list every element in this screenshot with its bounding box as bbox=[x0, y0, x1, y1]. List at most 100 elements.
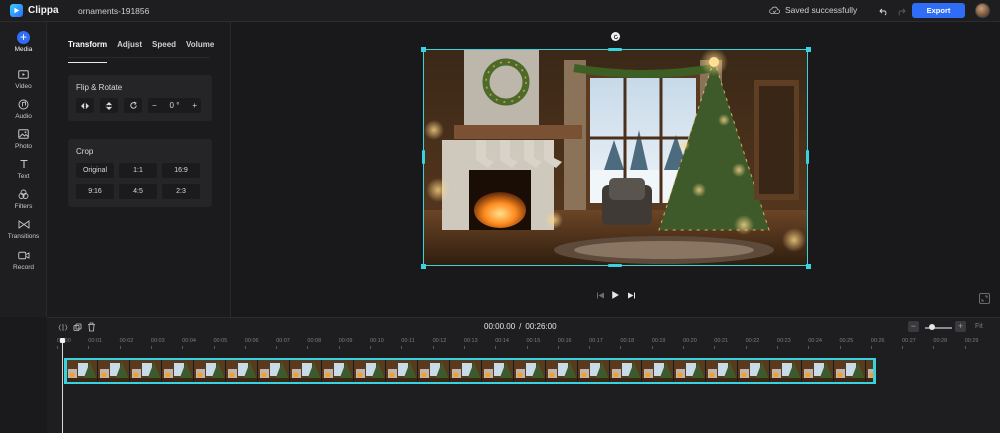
fit-button[interactable]: Fit bbox=[975, 323, 983, 330]
crop-2-3-button[interactable]: 2:3 bbox=[162, 184, 200, 199]
ruler-tick-label: 00:20 bbox=[683, 338, 697, 349]
ruler-tick-label: 00:29 bbox=[964, 338, 979, 349]
ruler-tick-label: 00:03 bbox=[150, 338, 165, 349]
crop-9-16-button[interactable]: 9:16 bbox=[76, 184, 114, 199]
christmas-room-image bbox=[424, 50, 807, 265]
clip-trim-left-handle[interactable] bbox=[64, 358, 67, 384]
ruler-tick-label: 00:28 bbox=[933, 338, 948, 349]
play-icon bbox=[612, 291, 619, 299]
ruler-tick-label: 00:16 bbox=[557, 338, 572, 349]
skip-back-button[interactable] bbox=[594, 289, 606, 301]
resize-handle-top[interactable] bbox=[608, 48, 622, 51]
ruler-tick-label: 00:04 bbox=[182, 338, 196, 349]
rotate-icon bbox=[129, 101, 137, 109]
rotation-increase-button[interactable]: + bbox=[192, 101, 197, 110]
ruler-tick-label: 00:11 bbox=[401, 338, 415, 349]
sidebar-item-photo[interactable]: Photo bbox=[0, 127, 47, 150]
time-separator: / bbox=[519, 322, 522, 331]
flip-horizontal-button[interactable] bbox=[76, 98, 94, 113]
resize-handle-top-left[interactable] bbox=[421, 47, 426, 52]
fullscreen-button[interactable] bbox=[979, 293, 990, 304]
total-time: 00:26:00 bbox=[525, 322, 557, 331]
rotate-button[interactable] bbox=[124, 98, 142, 113]
flip-vertical-button[interactable] bbox=[100, 98, 118, 113]
ruler-tick-label: 00:26 bbox=[870, 338, 885, 349]
redo-button[interactable] bbox=[895, 5, 907, 17]
clip-trim-right-handle[interactable] bbox=[873, 358, 876, 384]
ruler-tick-label: 00:08 bbox=[307, 338, 322, 349]
ruler-tick-label: 00:12 bbox=[432, 338, 447, 349]
duplicate-button[interactable] bbox=[71, 321, 83, 333]
app-logo[interactable]: Clippa bbox=[10, 4, 72, 17]
sidebar-item-filters[interactable]: Filters bbox=[0, 187, 47, 210]
sidebar-item-label: Filters bbox=[14, 203, 33, 210]
resize-handle-top-right[interactable] bbox=[806, 47, 811, 52]
ruler-tick-label: 00:02 bbox=[119, 338, 134, 349]
sidebar-item-transitions[interactable]: Transitions bbox=[0, 217, 47, 240]
ruler-tick-label: 00:10 bbox=[370, 338, 384, 349]
ruler-tick-label: 00:21 bbox=[714, 338, 729, 349]
resize-handle-right[interactable] bbox=[806, 150, 809, 164]
flip-rotate-card: Flip & Rotate − 0 ° + bbox=[68, 75, 212, 121]
play-button[interactable] bbox=[609, 289, 621, 301]
delete-button[interactable] bbox=[85, 321, 97, 333]
audio-icon bbox=[17, 97, 31, 111]
tab-adjust[interactable]: Adjust bbox=[117, 40, 142, 56]
crop-1-1-button[interactable]: 1:1 bbox=[119, 163, 157, 178]
crop-4-5-button[interactable]: 4:5 bbox=[119, 184, 157, 199]
resize-handle-bottom-right[interactable] bbox=[806, 264, 811, 269]
ruler-tick-label: 00:06 bbox=[244, 338, 259, 349]
export-button[interactable]: Export bbox=[912, 3, 965, 18]
ruler-tick-label: 00:15 bbox=[526, 338, 541, 349]
filters-icon bbox=[17, 187, 31, 201]
resize-handle-bottom-left[interactable] bbox=[421, 264, 426, 269]
user-avatar[interactable] bbox=[975, 3, 990, 18]
crop-16-9-button[interactable]: 16:9 bbox=[162, 163, 200, 178]
ruler-tick-label: 00:09 bbox=[338, 338, 353, 349]
rotation-decrease-button[interactable]: − bbox=[152, 101, 157, 110]
playhead-handle[interactable] bbox=[60, 338, 65, 343]
sidebar-item-label: Video bbox=[15, 83, 32, 90]
ruler-tick-label: 00:22 bbox=[745, 338, 760, 349]
zoom-out-button[interactable]: − bbox=[908, 321, 919, 332]
sidebar-item-label: Record bbox=[13, 264, 34, 271]
cloud-check-icon bbox=[769, 6, 780, 14]
zoom-in-button[interactable]: + bbox=[955, 321, 966, 332]
ruler-tick-label: 00:25 bbox=[839, 338, 854, 349]
ruler-tick-label: 00:13 bbox=[463, 338, 478, 349]
rotation-stepper[interactable]: − 0 ° + bbox=[148, 98, 201, 113]
undo-button[interactable] bbox=[878, 5, 890, 17]
crop-original-button[interactable]: Original bbox=[76, 163, 114, 178]
resize-handle-left[interactable] bbox=[422, 150, 425, 164]
time-ruler[interactable]: 00:0000:0100:0200:0300:0400:0500:0600:07… bbox=[47, 338, 1000, 352]
tab-speed[interactable]: Speed bbox=[152, 40, 176, 56]
sidebar-item-video[interactable]: Video bbox=[0, 67, 47, 90]
sidebar-item-media[interactable]: + Media bbox=[0, 31, 47, 54]
zoom-slider-thumb[interactable] bbox=[929, 324, 935, 330]
sidebar-item-label: Media bbox=[14, 46, 33, 53]
current-time: 00:00.00 bbox=[484, 322, 516, 331]
ruler-tick-label: 00:05 bbox=[213, 338, 228, 349]
playhead[interactable] bbox=[62, 338, 63, 433]
split-button[interactable] bbox=[57, 321, 69, 333]
property-tabs: Transform Adjust Speed Volume bbox=[68, 40, 224, 63]
left-sidebar: + Media Video Audio Photo Text Filters T… bbox=[0, 22, 47, 317]
rotate-handle[interactable] bbox=[611, 32, 620, 41]
skip-forward-button[interactable] bbox=[625, 289, 637, 301]
ruler-tick-label: 00:17 bbox=[589, 338, 603, 349]
flip-horizontal-icon bbox=[81, 102, 89, 109]
sidebar-item-record[interactable]: Record bbox=[0, 248, 47, 271]
project-name[interactable]: ornaments-191856 bbox=[78, 6, 149, 16]
video-clip[interactable] bbox=[64, 358, 876, 384]
video-icon bbox=[17, 67, 31, 81]
resize-handle-bottom[interactable] bbox=[608, 264, 622, 267]
sidebar-item-audio[interactable]: Audio bbox=[0, 97, 47, 120]
video-preview-canvas[interactable] bbox=[423, 49, 808, 266]
rotation-value[interactable]: 0 ° bbox=[170, 101, 180, 110]
sidebar-item-text[interactable]: Text bbox=[0, 157, 47, 180]
undo-icon bbox=[879, 8, 887, 15]
tab-volume[interactable]: Volume bbox=[186, 40, 214, 56]
duplicate-icon bbox=[73, 323, 81, 331]
split-icon bbox=[58, 323, 68, 331]
tab-transform[interactable]: Transform bbox=[68, 40, 108, 63]
